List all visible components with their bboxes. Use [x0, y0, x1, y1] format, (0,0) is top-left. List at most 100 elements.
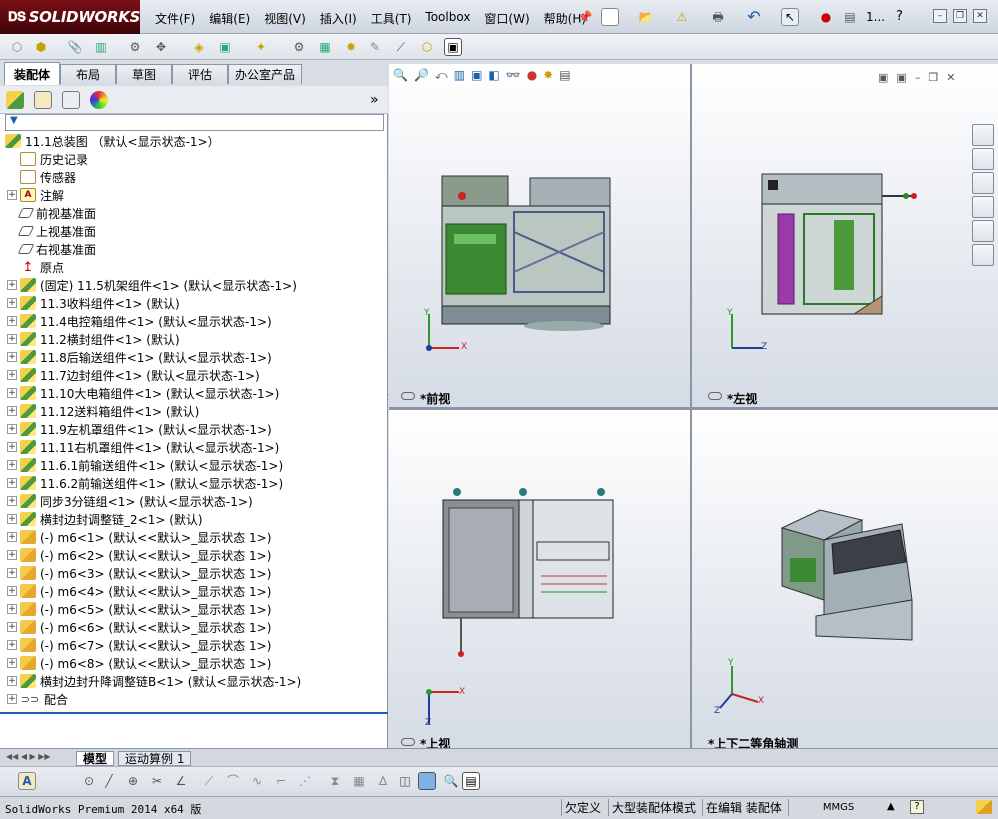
expand-toggle-icon[interactable]: +: [7, 370, 17, 380]
apply-scene-icon[interactable]: ✸: [543, 68, 553, 83]
explode-line-icon[interactable]: ✎: [366, 38, 384, 56]
unit-system[interactable]: MMGS: [788, 799, 888, 816]
expand-toggle-icon[interactable]: +: [7, 442, 17, 452]
instant3d-icon[interactable]: ⟋: [392, 38, 410, 56]
tab-model[interactable]: 模型: [76, 751, 115, 766]
spline-icon[interactable]: ∿: [248, 772, 266, 790]
tag-icon[interactable]: [976, 800, 992, 814]
assembly-features-icon[interactable]: ▣: [216, 38, 234, 56]
tree-item[interactable]: +11.8后输送组件<1> (默认<显示状态-1>): [0, 348, 388, 366]
tree-item[interactable]: + (-) m6<8> (默认<<默认>_显示状态 1>): [0, 654, 388, 672]
expand-toggle-icon[interactable]: +: [7, 298, 17, 308]
tree-item[interactable]: + 横封边封升降调整链B<1> (默认<显示状态-1>): [0, 672, 388, 690]
custom-properties-icon[interactable]: [972, 244, 994, 266]
tree-item[interactable]: 历史记录: [0, 150, 388, 168]
viewport-close-icon[interactable]: ✕: [946, 71, 955, 84]
circle-icon[interactable]: ⊙: [80, 772, 98, 790]
view-palette-icon[interactable]: [972, 196, 994, 218]
show-hidden-icon[interactable]: ◈: [190, 38, 208, 56]
expand-panel-icon[interactable]: »: [370, 92, 379, 108]
expand-toggle-icon[interactable]: +: [7, 316, 17, 326]
viewport-divider-horizontal[interactable]: [389, 407, 998, 410]
tree-item[interactable]: 右视基准面: [0, 240, 388, 258]
menu-window[interactable]: 窗口(W): [477, 8, 536, 29]
tree-item[interactable]: +11.4电控箱组件<1> (默认<显示状态-1>): [0, 312, 388, 330]
tree-item[interactable]: + A 注解: [0, 186, 388, 204]
unit-menu-arrow-icon[interactable]: ▲: [887, 801, 895, 812]
file-explorer-icon[interactable]: [972, 172, 994, 194]
expand-toggle-icon[interactable]: +: [7, 676, 17, 686]
corner-rectangle-icon[interactable]: ⌐: [272, 772, 290, 790]
viewport-left[interactable]: ▣ ▣ – ❐ ✕ Y Z *左视: [692, 64, 998, 407]
home-icon[interactable]: [972, 124, 994, 146]
tree-item[interactable]: + ⊃⊃ 配合: [0, 690, 388, 708]
tree-item[interactable]: ↥ 原点: [0, 258, 388, 276]
display-manager-icon[interactable]: [90, 91, 108, 109]
restore-button[interactable]: ❐: [953, 9, 967, 23]
exploded-view-icon[interactable]: ✸: [342, 38, 360, 56]
smart-fasteners-icon[interactable]: ⚙: [126, 38, 144, 56]
cube-view-icon[interactable]: ◫: [396, 772, 414, 790]
tree-item[interactable]: +11.7边封组件<1> (默认<显示状态-1>): [0, 366, 388, 384]
tree-filter-input[interactable]: ▼: [5, 114, 384, 131]
tree-item[interactable]: 上视基准面: [0, 222, 388, 240]
zoom-to-fit-icon[interactable]: 🔍: [393, 68, 408, 83]
quick-tips-button[interactable]: ?: [910, 800, 924, 814]
display-style-icon[interactable]: ◧: [488, 68, 499, 83]
section-view-icon[interactable]: ▥: [454, 68, 465, 83]
viewport-isometric[interactable]: Y X Z *上下二等角轴测: [692, 410, 998, 751]
edit-appearance-icon[interactable]: ●: [527, 68, 537, 83]
select-cursor-icon[interactable]: ↖: [781, 8, 799, 26]
design-library-icon[interactable]: [972, 148, 994, 170]
tree-item[interactable]: +11.2横封组件<1> (默认): [0, 330, 388, 348]
close-button[interactable]: ✕: [973, 9, 987, 23]
tree-item[interactable]: + (-) m6<5> (默认<<默认>_显示状态 1>): [0, 600, 388, 618]
tree-item[interactable]: 11.1总装图 （默认<显示状态-1>）: [0, 132, 388, 150]
expand-toggle-icon[interactable]: +: [7, 586, 17, 596]
shaded-view-icon[interactable]: [418, 772, 436, 790]
expand-toggle-icon[interactable]: +: [7, 460, 17, 470]
smart-dimension-icon[interactable]: ⊕: [124, 772, 142, 790]
tab-layout[interactable]: 布局: [60, 64, 116, 84]
point-icon[interactable]: ⋰: [296, 772, 314, 790]
expand-toggle-icon[interactable]: +: [7, 568, 17, 578]
tree-item[interactable]: + 同步3分链组<1> (默认<显示状态-1>): [0, 492, 388, 510]
arc-icon[interactable]: ⌒: [224, 772, 242, 790]
sketch-icon[interactable]: A: [18, 772, 36, 790]
viewport-layout-icon[interactable]: ▣: [878, 71, 888, 84]
tree-item[interactable]: +11.12送料箱组件<1> (默认): [0, 402, 388, 420]
tree-item[interactable]: + (-) m6<6> (默认<<默认>_显示状态 1>): [0, 618, 388, 636]
move-component-icon[interactable]: ✥: [152, 38, 170, 56]
menu-view[interactable]: 视图(V): [257, 8, 313, 29]
undo-icon[interactable]: ↶: [745, 8, 763, 26]
new-motion-study-icon[interactable]: ⚙: [290, 38, 308, 56]
tree-item[interactable]: + (-) m6<4> (默认<<默认>_显示状态 1>): [0, 582, 388, 600]
edit-component-icon[interactable]: ⬡: [8, 38, 26, 56]
reference-geometry-icon[interactable]: ✦: [252, 38, 270, 56]
expand-toggle-icon[interactable]: +: [7, 478, 17, 488]
expand-toggle-icon[interactable]: +: [7, 334, 17, 344]
viewport-divider-vertical[interactable]: [690, 64, 692, 748]
grid-icon[interactable]: ▦: [350, 772, 368, 790]
tree-item[interactable]: +11.6.2前输送组件<1> (默认<显示状态-1>): [0, 474, 388, 492]
expand-toggle-icon[interactable]: +: [7, 604, 17, 614]
expand-toggle-icon[interactable]: +: [7, 550, 17, 560]
tree-item[interactable]: +11.10大电箱组件<1> (默认<显示状态-1>): [0, 384, 388, 402]
view-link-icon[interactable]: [708, 392, 722, 400]
tree-item[interactable]: + (-) m6<7> (默认<<默认>_显示状态 1>): [0, 636, 388, 654]
print-icon[interactable]: 🖶: [709, 8, 727, 26]
tree-item[interactable]: + (-) m6<3> (默认<<默认>_显示状态 1>): [0, 564, 388, 582]
expand-toggle-icon[interactable]: +: [7, 190, 17, 200]
tree-item[interactable]: 传感器: [0, 168, 388, 186]
feature-manager-tree-icon[interactable]: [6, 91, 24, 109]
view-link-icon[interactable]: [401, 392, 415, 400]
table-icon[interactable]: ▤: [462, 772, 480, 790]
zoom-icon[interactable]: 🔍: [442, 772, 460, 790]
appearances-icon[interactable]: [972, 220, 994, 242]
tree-item[interactable]: +11.9左机罩组件<1> (默认<显示状态-1>): [0, 420, 388, 438]
viewport-top[interactable]: X Z *上视: [389, 410, 690, 751]
expand-toggle-icon[interactable]: +: [7, 658, 17, 668]
viewport-minimize-icon[interactable]: –: [915, 71, 921, 84]
expand-toggle-icon[interactable]: +: [7, 388, 17, 398]
warning-icon[interactable]: ⚠: [673, 8, 691, 26]
